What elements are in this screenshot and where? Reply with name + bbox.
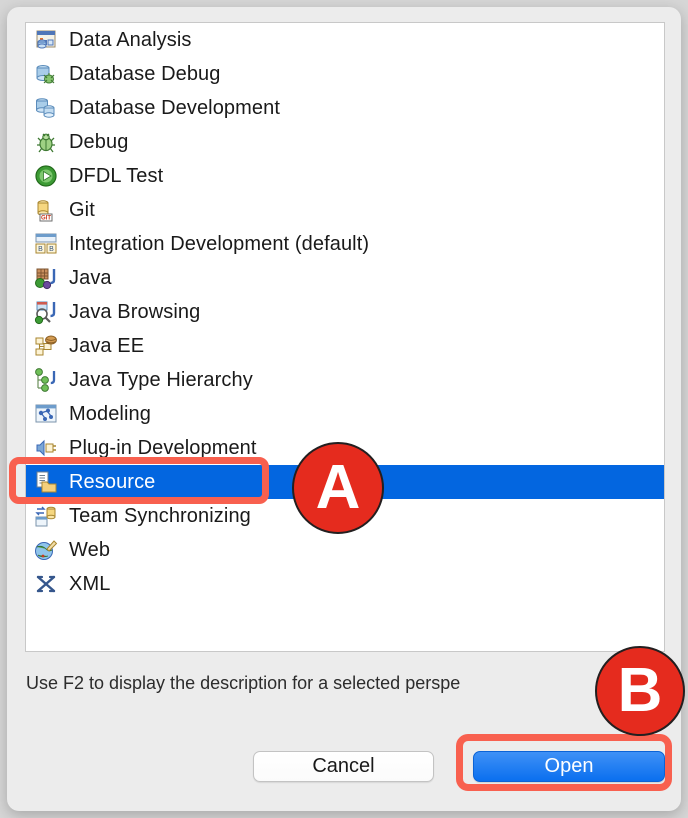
data-analysis-icon	[33, 27, 59, 53]
modeling-icon	[33, 401, 59, 427]
list-item-label: DFDL Test	[69, 164, 164, 187]
team-synchronizing-icon	[33, 503, 59, 529]
cancel-button[interactable]: Cancel	[253, 751, 434, 782]
list-item-label: Data Analysis	[69, 28, 192, 51]
list-item-label: Resource	[69, 470, 156, 493]
svg-text:B: B	[38, 246, 43, 253]
list-item-label: Java EE	[69, 334, 145, 357]
list-item[interactable]: Java Type Hierarchy	[26, 363, 664, 397]
list-item-label: Debug	[69, 130, 129, 153]
list-item-label: XML	[69, 572, 111, 595]
svg-text:GIT: GIT	[41, 216, 51, 222]
perspective-list[interactable]: Data Analysis Database Debug Database De…	[25, 22, 665, 652]
list-item-label: Integration Development (default)	[69, 232, 370, 255]
list-item-resource-selected[interactable]: Resource	[26, 465, 664, 499]
hint-text: Use F2 to display the description for a …	[26, 673, 461, 693]
list-item[interactable]: Java EE	[26, 329, 664, 363]
list-item-label: Database Development	[69, 96, 281, 119]
list-item[interactable]: Web	[26, 533, 664, 567]
open-perspective-dialog: Data Analysis Database Debug Database De…	[7, 7, 681, 811]
xml-icon	[33, 571, 59, 597]
list-item-label: Team Synchronizing	[69, 504, 251, 527]
list-item-label: Java Type Hierarchy	[69, 368, 253, 391]
list-item[interactable]: GIT Git	[26, 193, 664, 227]
list-item[interactable]: Java Browsing	[26, 295, 664, 329]
plugin-development-icon	[33, 435, 59, 461]
list-item[interactable]: DFDL Test	[26, 159, 664, 193]
list-item[interactable]: Debug	[26, 125, 664, 159]
list-item-label: Web	[69, 538, 111, 561]
java-ee-icon	[33, 333, 59, 359]
list-item[interactable]: Java	[26, 261, 664, 295]
list-item-label: Java Browsing	[69, 300, 201, 323]
dfdl-test-play-icon	[33, 163, 59, 189]
integration-development-icon: BB	[33, 231, 59, 257]
list-item[interactable]: Database Development	[26, 91, 664, 125]
database-development-icon	[33, 95, 59, 121]
list-item-label: Java	[69, 266, 112, 289]
list-item-label: Modeling	[69, 402, 151, 425]
list-item-label: Database Debug	[69, 62, 221, 85]
list-item[interactable]: Data Analysis	[26, 23, 664, 57]
resource-icon	[33, 469, 59, 495]
list-item-label: Plug-in Development	[69, 436, 257, 459]
database-debug-icon	[33, 61, 59, 87]
svg-text:B: B	[49, 246, 54, 253]
debug-bug-icon	[33, 129, 59, 155]
java-icon	[33, 265, 59, 291]
list-item[interactable]: XML	[26, 567, 664, 601]
java-browsing-icon	[33, 299, 59, 325]
list-item[interactable]: BB Integration Development (default)	[26, 227, 664, 261]
list-item-label: Git	[69, 198, 95, 221]
git-icon: GIT	[33, 197, 59, 223]
list-item[interactable]: Plug-in Development	[26, 431, 664, 465]
java-type-hierarchy-icon	[33, 367, 59, 393]
list-item[interactable]: Modeling	[26, 397, 664, 431]
open-button[interactable]: Open	[473, 751, 665, 782]
list-item[interactable]: Database Debug	[26, 57, 664, 91]
list-item[interactable]: Team Synchronizing	[26, 499, 664, 533]
web-icon	[33, 537, 59, 563]
